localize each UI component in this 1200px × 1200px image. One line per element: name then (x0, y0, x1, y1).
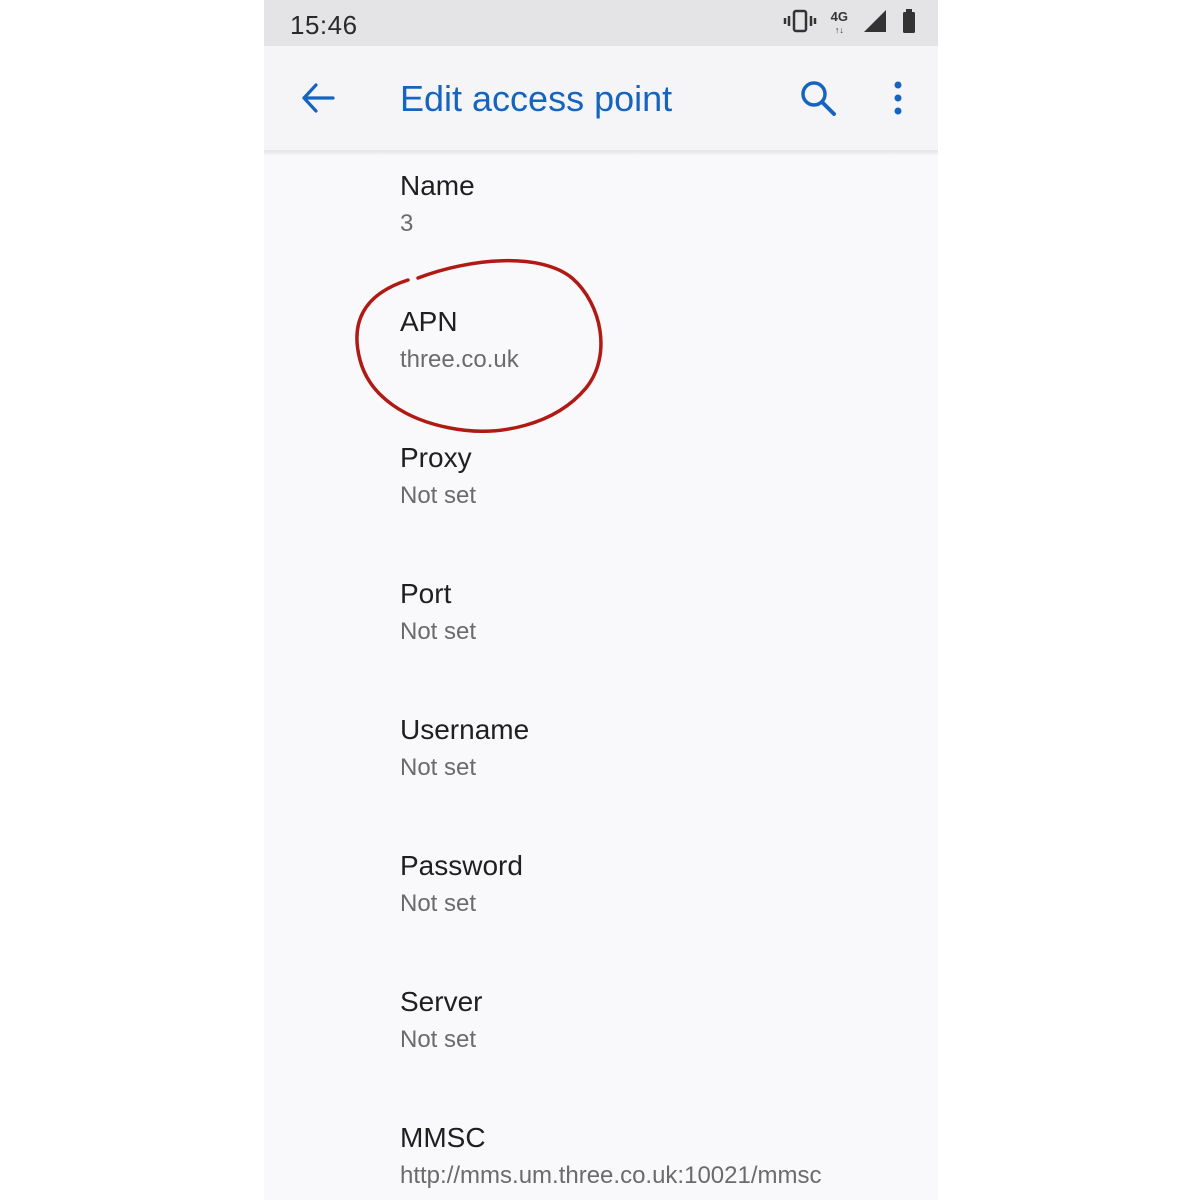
pref-item-apn[interactable]: APN three.co.uk (264, 298, 938, 434)
back-button[interactable] (292, 74, 344, 126)
search-button[interactable] (790, 72, 846, 128)
network-type-label: 4G (830, 8, 848, 24)
app-toolbar: Edit access point (264, 46, 938, 150)
pref-title: Username (400, 714, 530, 745)
pref-title: Password (400, 850, 523, 881)
pref-item-password[interactable]: Password Not set (264, 842, 938, 978)
status-time: 15:46 (290, 10, 358, 40)
pref-summary: http://mms.um.three.co.uk:10021/mmsc (400, 1162, 822, 1189)
pref-title: Name (400, 170, 475, 201)
pref-item-proxy[interactable]: Proxy Not set (264, 434, 938, 570)
pref-summary: Not set (400, 1026, 477, 1053)
pref-item-mmsc[interactable]: MMSC http://mms.um.three.co.uk:10021/mms… (264, 1114, 938, 1200)
pref-summary: Not set (400, 618, 477, 645)
vibrate-icon (783, 8, 817, 39)
status-bar: 15:46 4G ↑↓ (264, 0, 938, 46)
search-icon (799, 79, 837, 122)
more-vert-icon (892, 81, 904, 120)
pref-title: MMSC (400, 1122, 486, 1153)
battery-icon (902, 8, 916, 39)
pref-summary: Not set (400, 482, 477, 509)
network-type-icon: 4G ↑↓ (830, 8, 848, 35)
pref-summary: three.co.uk (400, 346, 519, 373)
signal-icon (862, 8, 888, 39)
more-options-button[interactable] (876, 72, 920, 128)
page-title: Edit access point (400, 78, 673, 119)
pref-title: APN (400, 306, 458, 337)
pref-summary: Not set (400, 754, 477, 781)
pref-item-port[interactable]: Port Not set (264, 570, 938, 706)
pref-title: Server (400, 986, 483, 1017)
pref-summary: Not set (400, 890, 477, 917)
pref-item-username[interactable]: Username Not set (264, 706, 938, 842)
pref-summary: 3 (400, 210, 414, 237)
pref-title: Proxy (400, 442, 472, 473)
status-icons: 4G ↑↓ (783, 8, 916, 38)
pref-title: Port (400, 578, 452, 609)
pref-item-server[interactable]: Server Not set (264, 978, 938, 1114)
pref-item-name[interactable]: Name 3 (264, 162, 938, 298)
arrow-left-icon (300, 80, 336, 121)
phone-screen: 15:46 4G ↑↓ Edit access point Name 3 APN… (264, 0, 938, 1200)
toolbar-shadow (264, 150, 938, 156)
